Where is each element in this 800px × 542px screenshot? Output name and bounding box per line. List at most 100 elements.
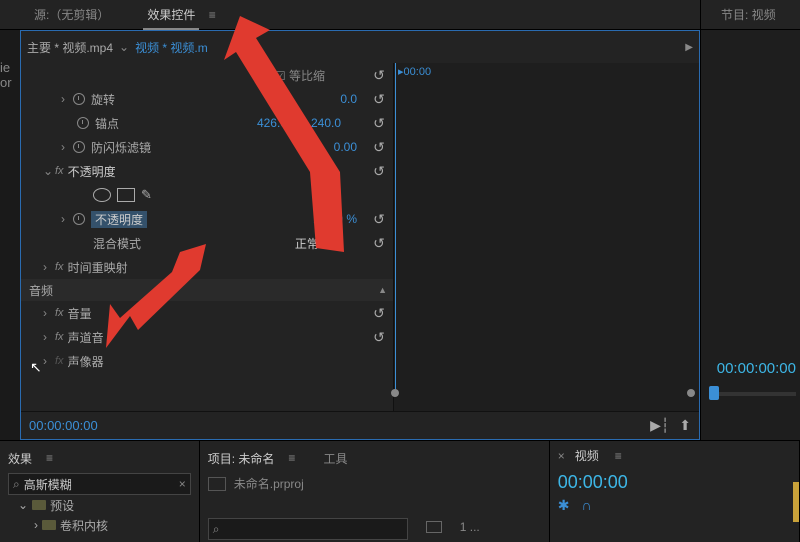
opacity-group-label: 不透明度 [68,163,116,180]
opacity-group-row[interactable]: ⌄ fx 不透明度 ↺ [21,159,393,183]
effect-controls-panel: 主要 * 视频.mp4 ⌄ 视频 * 视频.m ▶ ☑ 等比缩 ↺ › 旋转 0… [20,30,700,440]
timecode[interactable]: 00:00:00:00 [29,418,98,433]
clear-icon[interactable]: × [179,477,186,491]
effects-search[interactable]: ⌕ × [8,473,191,495]
snap-icon[interactable]: ✱ [558,497,570,514]
panel-menu-icon[interactable]: ≡ [209,8,216,22]
pen-mask-icon[interactable]: ✎ [141,187,152,203]
playhead-line[interactable] [395,63,396,393]
expand-icon[interactable]: › [61,140,73,154]
reset-icon[interactable]: ↺ [373,163,385,180]
expand-icon[interactable]: › [61,212,73,226]
magnet-icon[interactable]: ∩ [581,497,591,514]
rotation-value[interactable]: 0.0 [340,92,365,106]
project-panel: 项目: 未命名 ≡ 工具 未命名.prproj ⌕ 1 ... [200,441,550,542]
rect-mask-icon[interactable] [117,188,135,202]
fx-icon[interactable]: fx [55,165,64,177]
flicker-label: 防闪烁滤镜 [91,139,151,156]
collapse-icon[interactable]: ⌄ [43,164,55,178]
reset-icon[interactable]: ↺ [373,67,385,84]
blend-row: 混合模式 正常 ⌄ ↺ [21,231,393,255]
reset-icon[interactable]: ↺ [373,115,385,132]
sequence-timecode[interactable]: 00:00:00 [558,472,791,493]
stopwatch-icon[interactable] [77,117,89,129]
uniform-scale-row: ☑ 等比缩 ↺ [21,63,393,87]
left-crop-text: ieor [0,30,20,440]
flicker-value[interactable]: 0.00 [334,140,365,154]
reset-icon[interactable]: ↺ [373,91,385,108]
program-scrubber[interactable] [709,392,796,396]
keyframe-timeline[interactable]: ▸00:00 [393,63,699,411]
blend-dropdown[interactable]: 正常 ⌄ [295,235,345,252]
panel-tabs: 源:（无剪辑） 效果控件 ≡ [0,0,700,29]
audio-section-header[interactable]: 音频 ▲ [21,279,393,301]
time-remap-row[interactable]: › fx 时间重映射 [21,255,393,279]
expand-icon[interactable]: › [34,518,38,532]
reset-icon[interactable]: ↺ [373,139,385,156]
expand-icon[interactable]: › [43,330,55,344]
effects-panel: 效果 ≡ ⌕ × ⌄ 预设 › 卷积内核 [0,441,200,542]
anchor-x-value[interactable]: 426.0 [257,116,287,130]
reset-icon[interactable]: ↺ [373,305,385,322]
tab-program[interactable]: 节目: 视频 [700,0,800,29]
expand-icon[interactable]: › [43,306,55,320]
reset-icon[interactable]: ↺ [373,211,385,228]
program-playhead[interactable] [709,386,719,400]
volume-row[interactable]: › fx 音量 ↺ [21,301,393,325]
opacity-label: 不透明度 [91,211,147,228]
uniform-scale-label[interactable]: 等比缩 [289,69,325,83]
tab-effect-controls[interactable]: 效果控件 [143,2,199,30]
play-around-icon[interactable]: ▶┆ [650,417,669,434]
section-collapse-icon[interactable]: ▲ [378,285,387,295]
program-timecode[interactable]: 00:00:00:00 [717,360,796,377]
timeline-end-handle[interactable] [687,389,695,397]
program-monitor: 00:00:00:00 [700,30,800,440]
anchor-y-value[interactable]: 240.0 [311,116,341,130]
project-title[interactable]: 项目: 未命名 [208,450,275,467]
parameters-column: ☑ 等比缩 ↺ › 旋转 0.0 ↺ 锚点 426.0 240.0 [21,63,393,411]
project-search-input[interactable] [223,522,402,536]
effects-search-input[interactable] [24,477,179,491]
stopwatch-icon[interactable] [73,93,85,105]
expand-icon[interactable]: › [43,260,55,274]
panner-label: 声像器 [68,353,104,370]
panel-menu-icon[interactable]: ≡ [615,449,622,463]
sequence-title[interactable]: 视频 [575,447,599,464]
collapse-icon[interactable]: ⌄ [18,498,28,512]
folder-icon [42,520,56,530]
tools-tab[interactable]: 工具 [323,450,347,467]
expand-icon[interactable]: › [43,354,55,368]
clip-header: 主要 * 视频.mp4 ⌄ 视频 * 视频.m ▶ [21,31,699,63]
sequence-clip-label[interactable]: 视频 * 视频.m [135,39,208,56]
reset-icon[interactable]: ↺ [373,235,385,252]
project-file-label: 未命名.prproj [234,475,304,492]
reset-icon[interactable]: ↺ [373,329,385,346]
bin-view-icon[interactable] [426,521,442,533]
panel-menu-icon[interactable]: ≡ [288,451,295,465]
folder-icon [32,500,46,510]
timeline-start-handle[interactable] [391,389,399,397]
mask-shape-row: ✎ [21,183,393,207]
bin-icon[interactable] [208,477,226,491]
tree-presets[interactable]: ⌄ 预设 [8,495,191,515]
master-clip-label[interactable]: 主要 * 视频.mp4 [27,39,113,56]
effects-title[interactable]: 效果 [8,450,32,467]
chevron-down-icon[interactable]: ⌄ [119,40,129,54]
tree-kernel[interactable]: › 卷积内核 [8,515,191,535]
tab-source[interactable]: 源:（无剪辑） [30,0,113,29]
ellipse-mask-icon[interactable] [93,188,111,202]
expand-icon[interactable]: › [61,92,73,106]
panel-menu-icon[interactable]: ≡ [46,451,53,465]
play-icon[interactable]: ▶ [685,42,693,53]
channel-volume-row[interactable]: › fx 声道音 ↺ [21,325,393,349]
fx-icon[interactable]: fx [55,307,64,319]
stopwatch-icon[interactable] [73,213,85,225]
fx-icon[interactable]: fx [55,331,64,343]
panner-row[interactable]: › fx 声像器 [21,349,393,373]
clip-edge[interactable] [793,482,799,522]
presets-label: 预设 [50,497,74,514]
export-icon[interactable]: ⬆ [679,417,691,434]
stopwatch-icon[interactable] [73,141,85,153]
opacity-value[interactable]: 100.0 % [313,212,365,226]
project-search[interactable]: ⌕ [208,518,408,540]
